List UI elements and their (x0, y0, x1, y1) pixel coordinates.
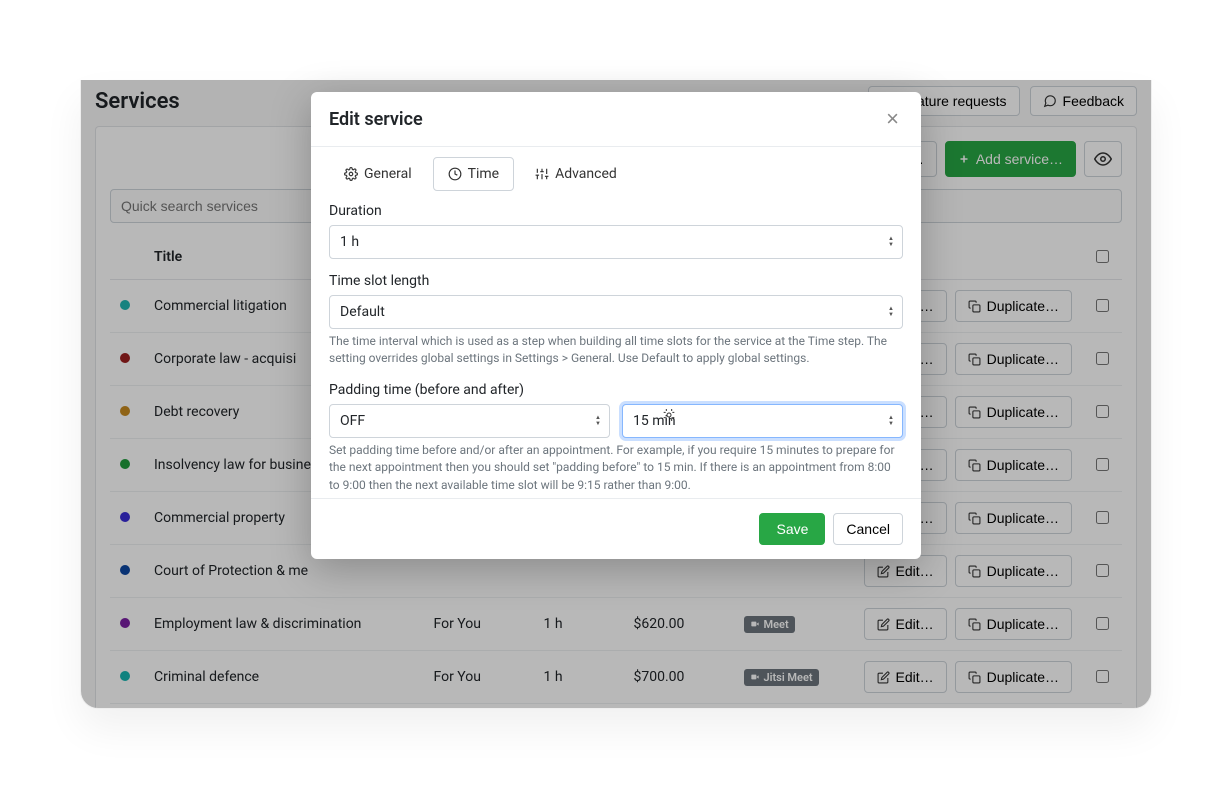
chevron-updown-icon (888, 306, 894, 318)
cancel-button[interactable]: Cancel (833, 513, 903, 545)
cancel-label: Cancel (846, 521, 890, 537)
save-button[interactable]: Save (759, 513, 825, 545)
padding-help: Set padding time before and/or after an … (329, 442, 903, 494)
slot-length-label: Time slot length (329, 273, 903, 289)
sliders-icon (535, 167, 549, 181)
close-icon: × (886, 106, 899, 131)
tab-general-label: General (364, 166, 412, 182)
modal-tabs: General Time Advanced (329, 157, 903, 191)
chevron-updown-icon (888, 236, 894, 248)
clock-icon (448, 167, 462, 181)
tab-time[interactable]: Time (433, 157, 514, 191)
duration-value: 1 h (340, 234, 359, 250)
modal-title: Edit service (329, 109, 423, 130)
padding-after-select[interactable]: 15 min (622, 404, 903, 438)
tab-advanced-label: Advanced (555, 166, 617, 182)
slot-length-value: Default (340, 304, 385, 320)
gear-icon (344, 167, 358, 181)
duration-label: Duration (329, 203, 903, 219)
tab-advanced[interactable]: Advanced (520, 157, 632, 191)
slot-length-help: The time interval which is used as a ste… (329, 333, 903, 368)
padding-before-value: OFF (340, 413, 365, 429)
duration-select[interactable]: 1 h (329, 225, 903, 259)
save-label: Save (776, 521, 808, 537)
tab-general[interactable]: General (329, 157, 427, 191)
modal-close-button[interactable]: × (882, 106, 903, 132)
padding-label: Padding time (before and after) (329, 382, 903, 398)
slot-length-select[interactable]: Default (329, 295, 903, 329)
padding-before-select[interactable]: OFF (329, 404, 610, 438)
tab-time-label: Time (468, 166, 499, 182)
padding-after-value: 15 min (633, 413, 676, 429)
chevron-updown-icon (595, 415, 601, 427)
edit-service-modal: Edit service × General Time Advanced (311, 92, 921, 559)
chevron-updown-icon (888, 415, 894, 427)
